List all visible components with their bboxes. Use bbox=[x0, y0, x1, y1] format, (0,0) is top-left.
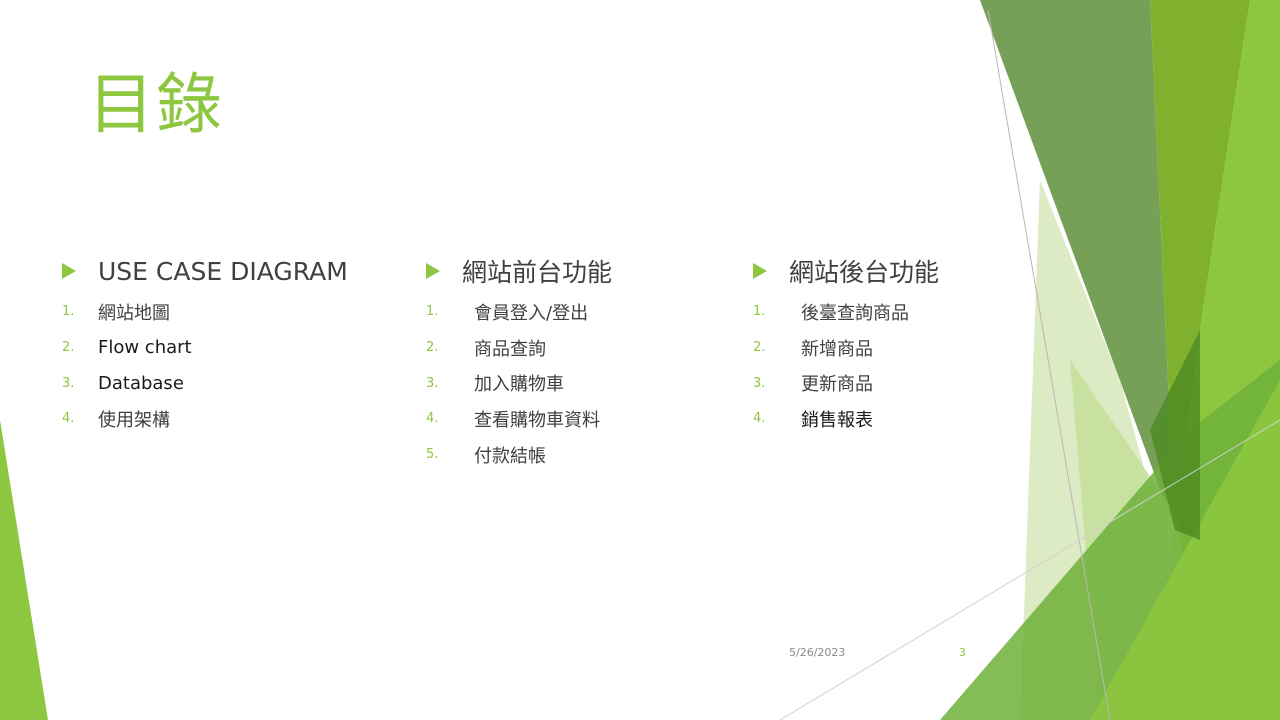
item-text: 加入購物車 bbox=[474, 374, 564, 396]
section-heading: 網站前台功能 bbox=[426, 252, 746, 290]
list-item: 2. 商品查詢 bbox=[426, 330, 746, 366]
list-item: 1. 網站地圖 bbox=[62, 294, 382, 330]
item-number: 3. bbox=[753, 375, 766, 391]
section-frontend: 網站前台功能 1. 會員登入/登出 2. 商品查詢 3. 加入購物車 4. 查看購物車資… bbox=[426, 252, 746, 472]
item-list: 1. 後臺查詢商品 2. 新增商品 3. 更新商品 4. 銷售報表 bbox=[753, 294, 1073, 437]
item-number: 1. bbox=[426, 304, 439, 320]
item-number: 4. bbox=[753, 411, 766, 427]
list-item: 4. 使用架構 bbox=[62, 401, 382, 437]
list-item: 3. Database bbox=[62, 365, 382, 401]
triangle-bullet-icon bbox=[753, 263, 767, 279]
item-number: 2. bbox=[753, 340, 766, 356]
section-heading-text: USE CASE DIAGRAM bbox=[98, 256, 348, 286]
section-heading-text: 網站前台功能 bbox=[462, 258, 613, 287]
item-number: 2. bbox=[426, 340, 439, 356]
list-item: 2. 新增商品 bbox=[753, 330, 1073, 366]
list-item: 5. 付款結帳 bbox=[426, 437, 746, 473]
triangle-bullet-icon bbox=[426, 263, 440, 279]
item-number: 3. bbox=[62, 375, 75, 391]
footer-date: 5/26/2023 bbox=[789, 646, 846, 659]
item-number: 2. bbox=[62, 340, 75, 356]
page-title: 目錄 bbox=[88, 66, 224, 143]
list-item: 2. Flow chart bbox=[62, 330, 382, 366]
item-list: 1. 會員登入/登出 2. 商品查詢 3. 加入購物車 4. 查看購物車資料 5. 付款結… bbox=[426, 294, 746, 472]
item-number: 4. bbox=[426, 411, 439, 427]
list-item: 1. 後臺查詢商品 bbox=[753, 294, 1073, 330]
section-use-case: USE CASE DIAGRAM 1. 網站地圖 2. Flow chart 3. D… bbox=[62, 252, 382, 437]
section-heading: 網站後台功能 bbox=[753, 252, 1073, 290]
item-number: 1. bbox=[753, 304, 766, 320]
item-text: 使用架構 bbox=[98, 409, 170, 431]
item-number: 5. bbox=[426, 447, 439, 463]
slide-number: 3 bbox=[959, 646, 966, 659]
item-list: 1. 網站地圖 2. Flow chart 3. Database 4. 使用架構 bbox=[62, 294, 382, 437]
item-text: 付款結帳 bbox=[474, 445, 546, 467]
list-item: 4. 查看購物車資料 bbox=[426, 401, 746, 437]
item-number: 3. bbox=[426, 375, 439, 391]
triangle-bullet-icon bbox=[62, 263, 76, 279]
item-text: 更新商品 bbox=[801, 374, 873, 396]
list-item: 3. 更新商品 bbox=[753, 365, 1073, 401]
item-text: Flow chart bbox=[98, 337, 192, 359]
list-item: 4. 銷售報表 bbox=[753, 401, 1073, 437]
item-text: 商品查詢 bbox=[474, 338, 546, 360]
item-text: 新增商品 bbox=[801, 338, 873, 360]
section-backend: 網站後台功能 1. 後臺查詢商品 2. 新增商品 3. 更新商品 4. 銷售報表 bbox=[753, 252, 1073, 437]
list-item: 3. 加入購物車 bbox=[426, 365, 746, 401]
section-heading-text: 網站後台功能 bbox=[789, 258, 940, 287]
section-heading: USE CASE DIAGRAM bbox=[62, 252, 382, 290]
item-text: 查看購物車資料 bbox=[474, 409, 600, 431]
item-text: Database bbox=[98, 372, 184, 394]
item-number: 1. bbox=[62, 304, 75, 320]
item-text: 後臺查詢商品 bbox=[801, 302, 909, 324]
item-number: 4. bbox=[62, 411, 75, 427]
item-text: 網站地圖 bbox=[98, 302, 170, 324]
list-item: 1. 會員登入/登出 bbox=[426, 294, 746, 330]
item-text: 銷售報表 bbox=[801, 409, 873, 431]
item-text: 會員登入/登出 bbox=[474, 302, 589, 324]
